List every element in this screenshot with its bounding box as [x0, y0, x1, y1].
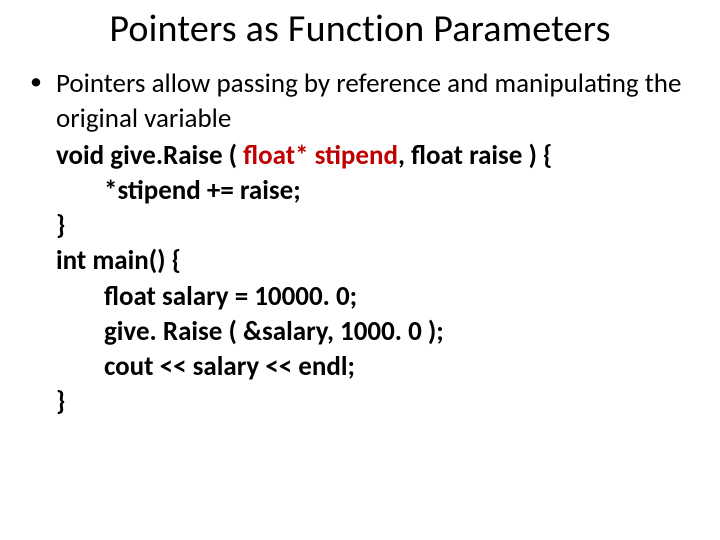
code-line-6: give. Raise ( &salary, 1000. 0 );: [56, 314, 690, 349]
bullet-text: Pointers allow passing by reference and …: [56, 66, 690, 136]
code-l1a: void give.Raise (: [56, 139, 243, 172]
slide-body: • Pointers allow passing by reference an…: [30, 66, 690, 419]
code-line-7: cout << salary << endl;: [56, 349, 690, 384]
bullet-item: • Pointers allow passing by reference an…: [30, 66, 690, 136]
code-line-8: }: [56, 384, 690, 419]
slide: Pointers as Function Parameters • Pointe…: [0, 0, 720, 540]
code-line-3: }: [56, 208, 690, 243]
bullet-dot: •: [30, 66, 56, 97]
code-line-5: float salary = 10000. 0;: [56, 279, 690, 314]
code-line-4: int main() {: [56, 243, 690, 278]
code-block: void give.Raise ( float* stipend, float …: [30, 138, 690, 419]
code-l1c: , float raise ) {: [398, 139, 552, 172]
code-l1b-red: float* stipend: [243, 139, 398, 172]
slide-title: Pointers as Function Parameters: [30, 6, 690, 52]
code-line-1: void give.Raise ( float* stipend, float …: [56, 138, 690, 173]
code-line-2: *stipend += raise;: [56, 173, 690, 208]
